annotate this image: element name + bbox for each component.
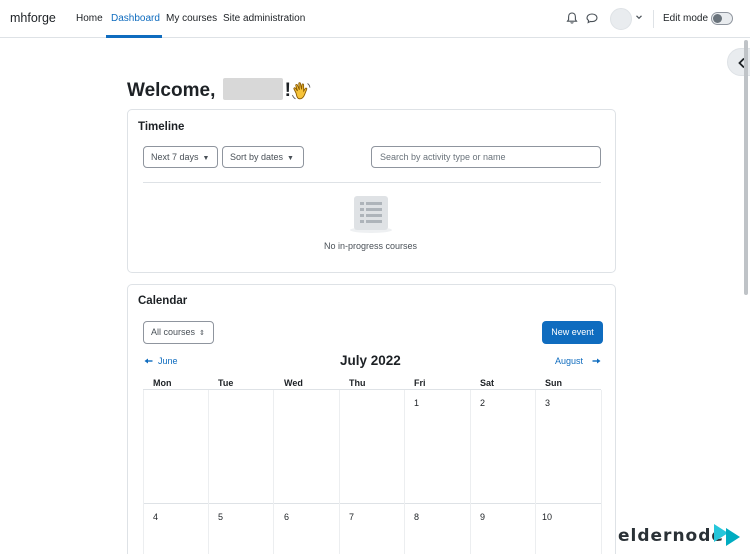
top-navbar: mhforge Home Dashboard My courses Site a… bbox=[0, 0, 750, 38]
chevron-down-icon: ▼ bbox=[202, 155, 210, 162]
calendar-day-cell[interactable]: 7 bbox=[349, 512, 354, 522]
arrow-left-icon[interactable] bbox=[144, 358, 153, 364]
calendar-day-cell[interactable]: 1 bbox=[414, 398, 419, 408]
timeline-empty-message: No in-progress courses bbox=[324, 241, 418, 251]
site-brand[interactable]: mhforge bbox=[10, 11, 56, 25]
nav-dashboard[interactable]: Dashboard bbox=[111, 13, 160, 24]
calendar-title: Calendar bbox=[138, 295, 188, 307]
calendar-week-divider bbox=[143, 503, 601, 504]
chevron-down-icon[interactable] bbox=[634, 12, 644, 22]
calendar-column-line bbox=[404, 390, 405, 554]
calendar-day-cell[interactable]: 3 bbox=[545, 398, 550, 408]
timeline-search-placeholder: Search by activity type or name bbox=[380, 152, 506, 162]
welcome-prefix: Welcome, bbox=[127, 80, 216, 101]
weekday-mon: Mon bbox=[153, 378, 172, 388]
weekday-tue: Tue bbox=[218, 378, 234, 388]
calendar-day-cell[interactable]: 5 bbox=[218, 512, 223, 522]
arrow-right-icon[interactable] bbox=[592, 358, 601, 364]
calendar-day-cell[interactable]: 8 bbox=[414, 512, 419, 522]
weekday-sat: Sat bbox=[480, 378, 495, 388]
calendar-column-line bbox=[143, 390, 144, 554]
calendar-column-line bbox=[208, 390, 209, 554]
weekday-thu: Thu bbox=[349, 378, 366, 388]
calendar-column-line bbox=[601, 390, 602, 554]
calendar-header-divider bbox=[143, 389, 601, 390]
sort-arrows-icon: ⇕ bbox=[199, 330, 205, 337]
calendar-day-cell[interactable]: 6 bbox=[284, 512, 289, 522]
timeline-day-filter[interactable]: Next 7 days ▼ bbox=[143, 146, 218, 168]
chevron-down-icon: ▼ bbox=[287, 155, 294, 162]
user-avatar[interactable] bbox=[610, 8, 632, 30]
nav-my-courses[interactable]: My courses bbox=[166, 13, 217, 24]
page-title: Welcome, ! bbox=[127, 78, 291, 102]
previous-month-link[interactable]: June bbox=[158, 356, 178, 366]
active-nav-indicator bbox=[106, 35, 162, 38]
toggle-knob bbox=[713, 14, 722, 23]
calendar-month-title: July 2022 bbox=[340, 353, 401, 368]
calendar-column-line bbox=[273, 390, 274, 554]
nav-site-administration[interactable]: Site administration bbox=[223, 13, 305, 24]
calendar-course-filter[interactable]: All courses ⇕ bbox=[143, 321, 214, 344]
bell-icon[interactable] bbox=[565, 11, 579, 25]
waving-hand-icon bbox=[292, 82, 311, 100]
navbar-divider bbox=[653, 10, 654, 28]
empty-list-icon bbox=[350, 196, 392, 233]
eldernode-logo-icon bbox=[714, 524, 740, 546]
timeline-sort-label: Sort by dates bbox=[230, 152, 284, 162]
timeline-title: Timeline bbox=[138, 121, 185, 133]
edit-mode-toggle[interactable] bbox=[711, 12, 733, 25]
calendar-column-line bbox=[535, 390, 536, 554]
timeline-search-input[interactable]: Search by activity type or name bbox=[371, 146, 601, 168]
weekday-sun: Sun bbox=[545, 378, 562, 388]
weekday-wed: Wed bbox=[284, 378, 303, 388]
page-scrollbar[interactable] bbox=[744, 40, 748, 295]
calendar-day-cell[interactable]: 2 bbox=[480, 398, 485, 408]
timeline-day-filter-label: Next 7 days bbox=[151, 152, 199, 162]
nav-home[interactable]: Home bbox=[76, 13, 103, 24]
calendar-column-line bbox=[339, 390, 340, 554]
next-month-link[interactable]: August bbox=[555, 356, 583, 366]
chat-bubble-icon[interactable] bbox=[585, 11, 599, 25]
calendar-course-filter-label: All courses bbox=[151, 327, 196, 337]
eldernode-watermark: eldernode bbox=[618, 526, 724, 546]
blurred-username bbox=[222, 78, 283, 100]
calendar-day-cell[interactable]: 10 bbox=[542, 512, 552, 522]
timeline-sort-button[interactable]: Sort by dates ▼ bbox=[222, 146, 304, 168]
weekday-fri: Fri bbox=[414, 378, 426, 388]
edit-mode-label: Edit mode bbox=[663, 13, 709, 24]
calendar-day-cell[interactable]: 9 bbox=[480, 512, 485, 522]
timeline-divider bbox=[143, 182, 601, 183]
new-event-button[interactable]: New event bbox=[542, 321, 603, 344]
calendar-column-line bbox=[470, 390, 471, 554]
calendar-day-cell[interactable]: 4 bbox=[153, 512, 158, 522]
